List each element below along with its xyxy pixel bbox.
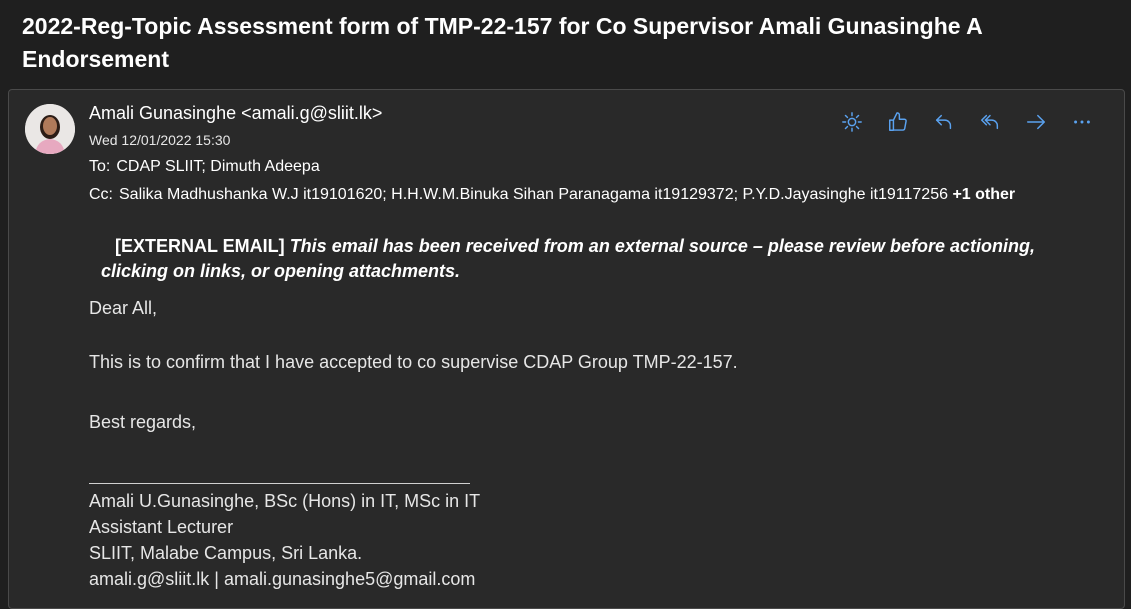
- more-icon[interactable]: [1066, 108, 1098, 136]
- thumbs-up-icon[interactable]: [882, 108, 914, 136]
- signature-name: Amali U.Gunasinghe, BSc (Hons) in IT, MS…: [89, 491, 481, 511]
- cc-line: Cc: Salika Madhushanka W.J it19101620; H.…: [89, 186, 1015, 204]
- signature-title: Assistant Lecturer: [89, 517, 234, 537]
- message-card: Amali Gunasinghe <amali.g@sliit.lk> Wed …: [8, 89, 1125, 609]
- greeting: Dear All,: [89, 298, 158, 318]
- cc-more-link[interactable]: +1 other: [952, 186, 1015, 203]
- reply-all-icon[interactable]: [974, 108, 1006, 136]
- to-label: To:: [89, 158, 111, 175]
- sent-date: Wed 12/01/2022 15:30: [89, 132, 231, 148]
- signature-block: Amali U.Gunasinghe, BSc (Hons) in IT, MS…: [89, 488, 480, 592]
- sender-name[interactable]: Amali Gunasinghe <amali.g@sliit.lk>: [89, 103, 382, 124]
- signature-emails[interactable]: amali.g@sliit.lk | amali.gunasinghe5@gma…: [89, 566, 480, 592]
- cc-label: Cc:: [89, 186, 113, 203]
- to-recipients[interactable]: CDAP SLIIT; Dimuth Adeepa: [116, 158, 319, 175]
- forward-icon[interactable]: [1020, 108, 1052, 136]
- closing: Best regards,: [89, 412, 197, 432]
- reply-icon[interactable]: [928, 108, 960, 136]
- sun-icon[interactable]: [836, 108, 868, 136]
- signature-address: SLIIT, Malabe Campus, Sri Lanka.: [89, 543, 363, 563]
- external-tag: [EXTERNAL EMAIL]: [115, 236, 285, 256]
- signature-divider: [89, 483, 470, 484]
- to-line: To: CDAP SLIIT; Dimuth Adeepa: [89, 158, 320, 176]
- avatar[interactable]: [25, 104, 75, 154]
- cc-recipients[interactable]: Salika Madhushanka W.J it19101620; H.H.W…: [119, 186, 952, 203]
- email-subject: 2022-Reg-Topic Assessment form of TMP-22…: [22, 13, 982, 72]
- message-toolbar: [836, 108, 1098, 136]
- external-email-banner: [EXTERNAL EMAIL] This email has been rec…: [101, 234, 1081, 284]
- message-text: This is to confirm that I have accepted …: [89, 352, 738, 372]
